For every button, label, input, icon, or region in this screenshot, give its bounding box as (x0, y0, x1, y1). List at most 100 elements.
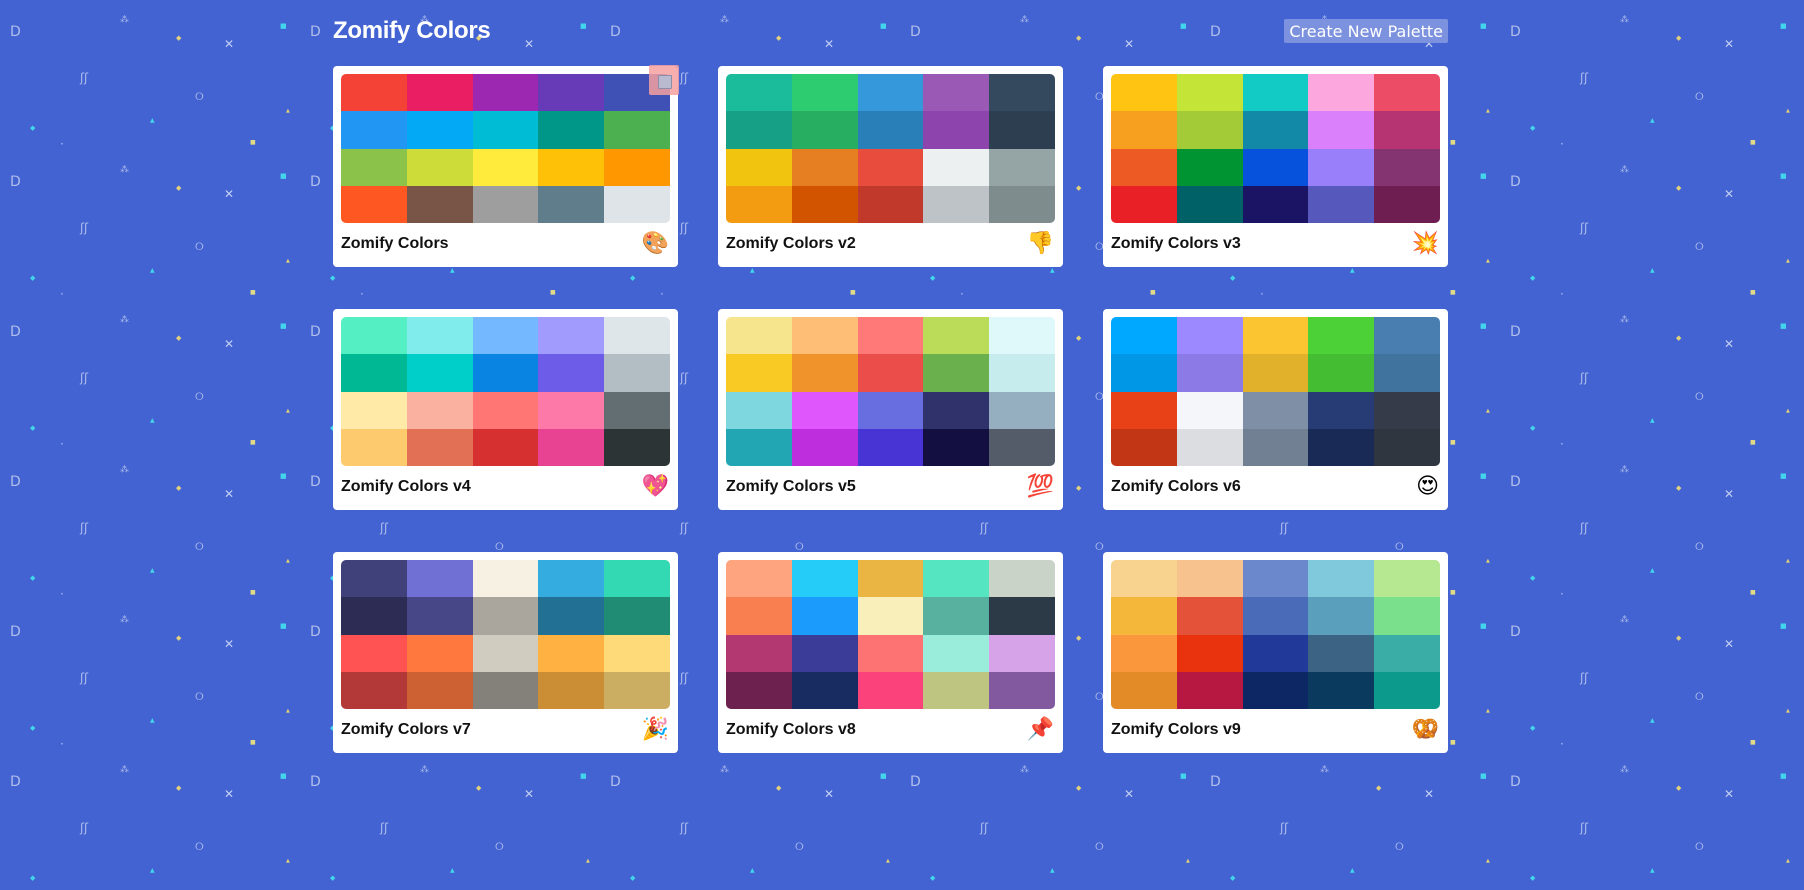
background-doodle: D (310, 174, 321, 190)
checkbox-icon (658, 75, 672, 89)
palette-card[interactable]: Zomify Colors v8 📌 (718, 552, 1063, 753)
background-doodle: ▲ (1786, 258, 1790, 264)
background-doodle: ▲ (1486, 858, 1490, 864)
background-doodle: · (60, 587, 64, 601)
palette-emoji-icon: 💯 (1026, 474, 1054, 499)
color-swatch (538, 74, 605, 112)
color-swatch (1308, 111, 1375, 149)
color-swatch (1374, 597, 1440, 635)
background-doodle: D (10, 774, 21, 790)
background-doodle: ୦ (1695, 239, 1704, 253)
color-swatch (406, 391, 473, 429)
color-swatch (341, 391, 407, 429)
background-doodle: ▲ (286, 558, 290, 564)
background-doodle: ⁂ (1620, 464, 1629, 475)
color-swatch (791, 597, 858, 635)
swatch-grid (1111, 317, 1440, 466)
background-doodle: ■ (1750, 139, 1756, 146)
background-doodle: ▲ (150, 867, 155, 874)
background-doodle: ◆ (1676, 634, 1682, 642)
color-swatch (472, 391, 539, 429)
color-swatch (1242, 354, 1309, 392)
color-swatch (1308, 391, 1375, 429)
color-swatch (989, 354, 1055, 392)
background-doodle: · (1560, 737, 1564, 751)
color-swatch (472, 634, 539, 672)
color-swatch (1111, 354, 1177, 392)
background-doodle: ⁂ (120, 764, 129, 775)
background-doodle: ▲ (1650, 417, 1655, 424)
palette-card[interactable]: Zomify Colors v4 💖 (333, 309, 678, 510)
background-doodle: ⁂ (1620, 764, 1629, 775)
palette-card[interactable]: Zomify Colors v6 😍 (1103, 309, 1448, 510)
palette-card[interactable]: Zomify Colors v5 💯 (718, 309, 1063, 510)
color-swatch (726, 111, 792, 149)
background-doodle: ✕ (224, 487, 234, 501)
palette-name: Zomify Colors v6 (1111, 478, 1241, 495)
delete-palette-checkbox[interactable] (649, 65, 679, 95)
background-doodle: ■ (1780, 472, 1787, 480)
color-swatch (1242, 148, 1309, 186)
color-swatch (1176, 111, 1243, 149)
palette-name: Zomify Colors v5 (726, 478, 856, 495)
background-doodle: D (310, 474, 321, 490)
background-doodle: D (10, 474, 21, 490)
color-swatch (1374, 354, 1440, 392)
background-doodle: ■ (1480, 22, 1487, 30)
color-swatch (538, 391, 605, 429)
background-doodle: ■ (1450, 739, 1456, 746)
create-new-palette-button[interactable]: Create New Palette (1284, 19, 1448, 43)
color-swatch (989, 391, 1055, 429)
background-doodle: D (310, 324, 321, 340)
palette-card[interactable]: Zomify Colors 🎨 (333, 65, 679, 267)
color-swatch (1111, 634, 1177, 672)
color-swatch (538, 634, 605, 672)
palette-name: Zomify Colors v8 (726, 721, 856, 738)
palette-card[interactable]: Zomify Colors v2 👎 (718, 66, 1063, 267)
background-doodle: ୦ (195, 89, 204, 103)
background-doodle: · (60, 137, 64, 151)
color-swatch (1242, 597, 1309, 635)
swatch-grid (726, 317, 1055, 466)
color-swatch (472, 354, 539, 392)
background-doodle: ■ (280, 22, 287, 30)
color-swatch (726, 560, 792, 598)
background-doodle: ▲ (286, 258, 290, 264)
background-doodle: · (60, 287, 64, 301)
palette-emoji-icon: 💖 (641, 474, 669, 499)
color-swatch (1111, 74, 1177, 112)
color-swatch (923, 185, 990, 223)
color-swatch (1176, 74, 1243, 112)
background-doodle: ■ (280, 172, 287, 180)
color-swatch (1111, 317, 1177, 355)
color-swatch (1374, 111, 1440, 149)
color-swatch (857, 391, 924, 429)
color-swatch (726, 74, 792, 112)
color-swatch (341, 634, 407, 672)
background-doodle: ◆ (176, 184, 182, 192)
color-swatch (604, 560, 670, 598)
color-swatch (406, 148, 473, 186)
background-doodle: ◆ (1530, 124, 1536, 132)
color-swatch (472, 111, 539, 149)
palette-card[interactable]: Zomify Colors v9 🥨 (1103, 552, 1448, 753)
color-swatch (1242, 428, 1309, 466)
background-doodle: ◆ (1530, 574, 1536, 582)
background-doodle: ▲ (286, 408, 290, 414)
color-swatch (406, 428, 473, 466)
palette-card[interactable]: Zomify Colors v7 🎉 (333, 552, 678, 753)
swatch-grid (341, 74, 670, 223)
color-swatch (923, 354, 990, 392)
color-swatch (1176, 428, 1243, 466)
color-swatch (472, 185, 539, 223)
background-doodle: ■ (1780, 772, 1787, 780)
background-doodle: D (310, 774, 321, 790)
background-doodle: ▲ (286, 708, 290, 714)
palette-card[interactable]: Zomify Colors v3 💥 (1103, 66, 1448, 267)
background-doodle: D (10, 324, 21, 340)
color-swatch (1374, 148, 1440, 186)
swatch-grid (341, 317, 670, 466)
background-doodle: ⁂ (1620, 314, 1629, 325)
background-doodle: ▲ (150, 117, 155, 124)
background-doodle: ▲ (1786, 408, 1790, 414)
